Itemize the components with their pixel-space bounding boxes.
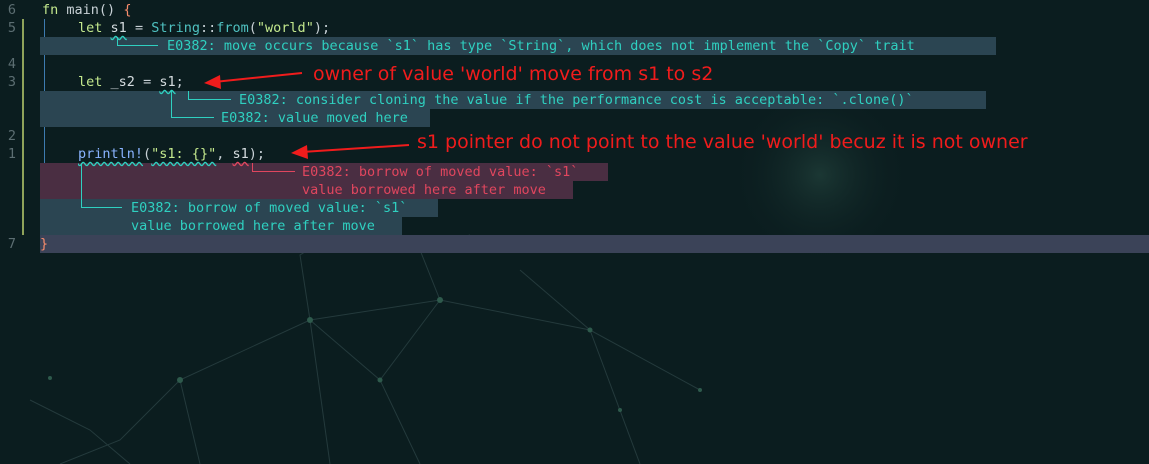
diagnostic-message[interactable]: E0382: move occurs because `s1` has type…: [167, 37, 915, 55]
punctuation: );: [248, 146, 266, 162]
indent-guide: [44, 55, 45, 91]
code-line-fn-main[interactable]: fn main() {: [42, 1, 131, 19]
annotation-text: s1 pointer do not point to the value 'wo…: [417, 131, 1028, 153]
operator: =: [134, 20, 144, 36]
git-change-marker: [22, 127, 24, 235]
operator: =: [143, 74, 152, 90]
diagnostic-message[interactable]: value borrowed here after move: [302, 181, 546, 199]
punctuation: (: [248, 20, 257, 36]
code-line-let-s1[interactable]: let s1 = String::from("world");: [78, 19, 330, 37]
line-number: 7: [7, 236, 16, 252]
keyword: fn: [42, 2, 59, 18]
punctuation: ::: [200, 20, 217, 36]
variable: s1: [159, 74, 176, 90]
current-line-highlight: [40, 235, 1149, 253]
code-line-close-brace[interactable]: }: [40, 235, 48, 253]
variable: s1: [110, 20, 127, 36]
function-name: main: [66, 2, 99, 18]
punctuation: );: [313, 20, 331, 36]
line-number: 5: [7, 20, 16, 36]
diagnostic-message[interactable]: E0382: value moved here: [221, 109, 408, 127]
diagnostic-message[interactable]: E0382: borrow of moved value: `s1`: [131, 199, 407, 217]
line-number: 1: [7, 146, 16, 162]
code-line-let-s2[interactable]: let _s2 = s1;: [78, 73, 184, 91]
string-literal: "world": [256, 20, 314, 36]
diagnostic-message[interactable]: E0382: consider cloning the value if the…: [239, 91, 914, 109]
keyword: let: [78, 20, 103, 36]
brace: {: [123, 2, 132, 18]
diagnostic-connector: [81, 163, 122, 208]
line-number: 2: [7, 128, 16, 144]
brace: }: [40, 236, 49, 252]
punctuation: ;: [175, 74, 184, 90]
annotation-text: owner of value 'world' move from s1 to s…: [313, 63, 714, 85]
diagnostic-connector: [117, 37, 158, 46]
indent-guide: [44, 19, 45, 37]
string-literal: "s1: {}": [151, 146, 217, 162]
punctuation: ,: [216, 146, 225, 162]
variable: s1: [232, 146, 249, 162]
code-line-println[interactable]: println!("s1: {}", s1);: [78, 145, 265, 163]
punctuation: (): [98, 2, 116, 18]
git-change-marker: [22, 19, 24, 55]
diagnostic-message[interactable]: value borrowed here after move: [131, 217, 375, 235]
punctuation: (: [143, 146, 152, 162]
diagnostic-connector: [252, 163, 295, 172]
variable: _s2: [110, 74, 135, 90]
git-change-marker: [22, 55, 24, 127]
line-number: 3: [7, 74, 16, 90]
indent-guide: [44, 127, 45, 163]
line-number: 4: [7, 56, 16, 72]
line-number: 6: [7, 2, 16, 18]
type: String: [151, 20, 200, 36]
keyword: let: [78, 74, 103, 90]
function-call: from: [216, 20, 249, 36]
macro: println!: [78, 146, 144, 162]
diagnostic-message[interactable]: E0382: borrow of moved value: `s1`: [302, 163, 578, 181]
diagnostic-connector: [171, 91, 214, 118]
